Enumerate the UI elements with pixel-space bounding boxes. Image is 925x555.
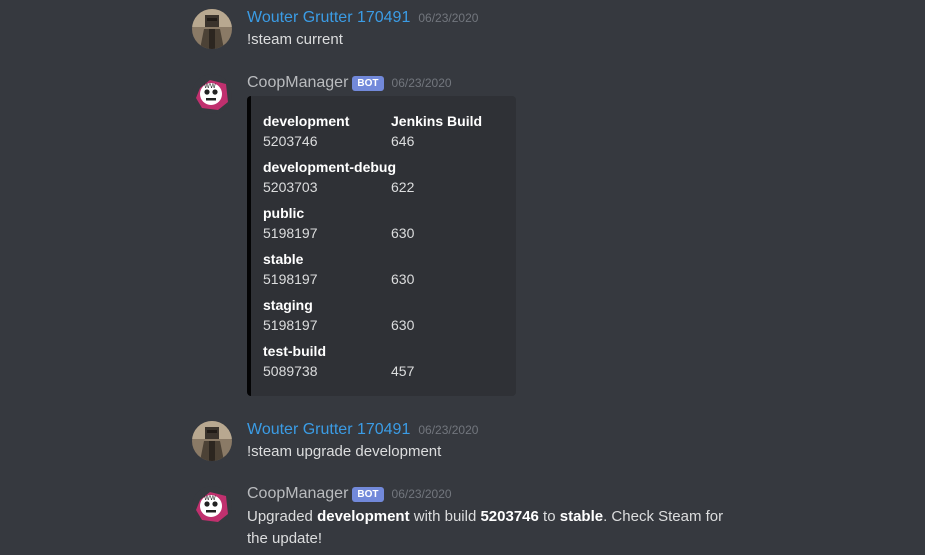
bot-tag: BOT: [352, 486, 384, 502]
embed-field-value: 457: [391, 363, 415, 379]
username[interactable]: Wouter Grutter 170491: [247, 8, 410, 28]
message-header: CoopManager BOT 06/23/2020: [247, 73, 452, 93]
timestamp: 06/23/2020: [418, 423, 479, 437]
embed-field-value: 5198197: [263, 225, 318, 241]
text-bold: 5203746: [480, 508, 539, 525]
timestamp: 06/23/2020: [391, 76, 452, 90]
svg-text:WW: WW: [204, 495, 216, 502]
text-segment: to: [538, 508, 560, 525]
svg-text:WW: WW: [204, 83, 216, 90]
embed-field-value: 5203703: [263, 179, 318, 195]
text-bold: development: [317, 508, 410, 525]
embed-field-name: public: [263, 205, 305, 221]
username[interactable]: CoopManager: [247, 73, 348, 93]
bot-tag: BOT: [352, 75, 384, 91]
text-segment: Upgraded: [247, 508, 318, 525]
username[interactable]: CoopManager: [247, 484, 348, 504]
embed-field-value: 630: [391, 271, 415, 287]
message-header: Wouter Grutter 170491 06/23/2020: [247, 420, 478, 440]
message-text: !steam upgrade development: [247, 443, 442, 460]
embed-field-value: 5198197: [263, 317, 318, 333]
text-bold: stable: [559, 508, 604, 525]
embed-field-value: 646: [391, 133, 415, 149]
embed-field-value: 5198197: [263, 271, 318, 287]
timestamp: 06/23/2020: [391, 487, 452, 501]
embed-field-value: 5203746: [263, 133, 318, 149]
timestamp: 06/23/2020: [418, 11, 479, 25]
embed-field-name: development: [263, 113, 350, 129]
embed-field-value: 5089738: [263, 363, 318, 379]
embed-field-name: staging: [263, 297, 313, 313]
embed-field-value: 630: [391, 317, 415, 333]
embed-field-value: 630: [391, 225, 415, 241]
user-avatar[interactable]: [192, 421, 232, 461]
chat-messages: Wouter Grutter 170491 06/23/2020 !steam …: [0, 0, 925, 555]
bot-avatar[interactable]: WW: [192, 74, 232, 114]
message-text: Upgraded development with build 5203746 …: [247, 506, 737, 550]
embed-field-name: development-debug: [263, 159, 397, 175]
message-header: Wouter Grutter 170491 06/23/2020: [247, 8, 478, 28]
embed-field-value: 622: [391, 179, 415, 195]
bot-avatar[interactable]: WW: [192, 486, 232, 526]
embed-field-name: stable: [263, 251, 304, 267]
message-text: !steam current: [247, 31, 343, 48]
embed-field-name: Jenkins Build: [391, 113, 483, 129]
message-header: CoopManager BOT 06/23/2020: [247, 484, 452, 504]
user-avatar[interactable]: [192, 9, 232, 49]
text-segment: with build: [409, 508, 481, 525]
build-embed: development Jenkins Build 5203746 646 de…: [247, 96, 516, 396]
username[interactable]: Wouter Grutter 170491: [247, 420, 410, 440]
embed-field-name: test-build: [263, 343, 326, 359]
